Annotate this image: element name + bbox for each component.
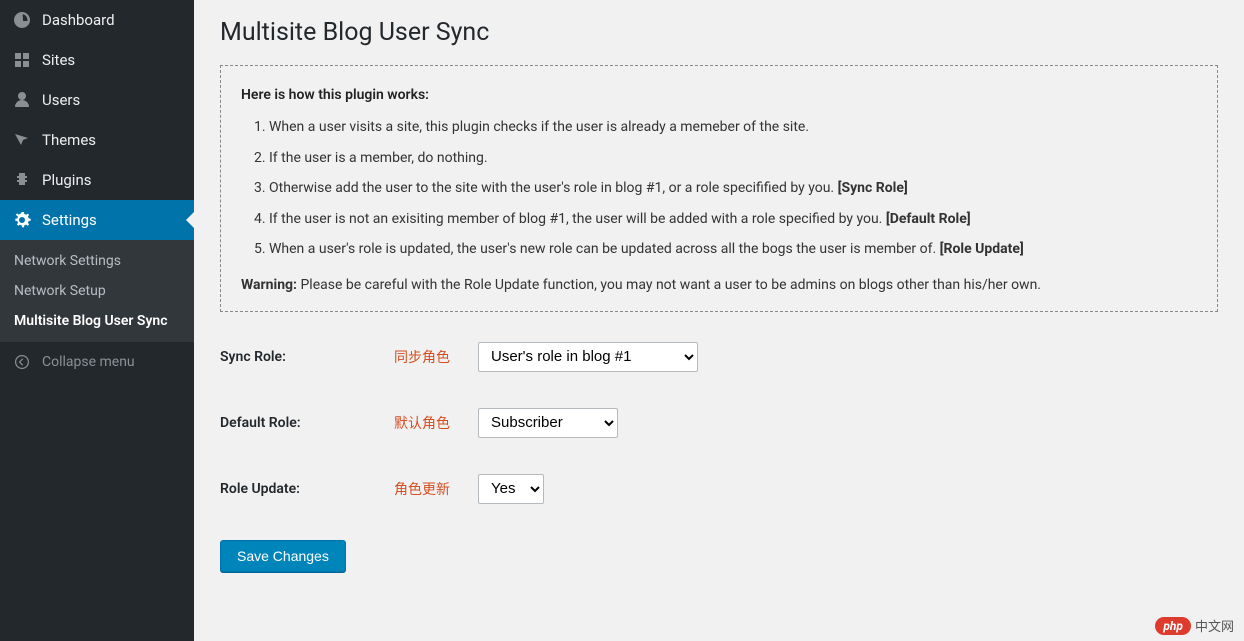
info-notice: Here is how this plugin works: When a us…: [220, 65, 1218, 312]
page-title: Multisite Blog User Sync: [220, 18, 1218, 47]
sidebar-item-sites[interactable]: Sites: [0, 40, 194, 80]
themes-icon: [12, 130, 32, 150]
role-update-label: Role Update:: [220, 481, 394, 497]
sidebar-item-plugins[interactable]: Plugins: [0, 160, 194, 200]
watermark-pill: php: [1155, 617, 1191, 635]
sidebar-item-themes[interactable]: Themes: [0, 120, 194, 160]
notice-step: If the user is a member, do nothing.: [269, 147, 1197, 169]
users-icon: [12, 90, 32, 110]
watermark: php 中文网: [1155, 616, 1234, 635]
notice-steps: When a user visits a site, this plugin c…: [241, 116, 1197, 260]
default-role-label: Default Role:: [220, 415, 394, 431]
row-default-role: Default Role: 默认角色 Subscriber: [220, 408, 1218, 438]
collapse-label: Collapse menu: [42, 354, 135, 370]
sidebar-label: Sites: [42, 51, 75, 69]
submenu-network-setup[interactable]: Network Setup: [0, 276, 194, 306]
notice-warning: Warning: Please be careful with the Role…: [241, 274, 1197, 296]
sidebar-item-users[interactable]: Users: [0, 80, 194, 120]
sites-icon: [12, 50, 32, 70]
sidebar-item-settings[interactable]: Settings: [0, 200, 194, 240]
notice-step: When a user visits a site, this plugin c…: [269, 116, 1197, 138]
submenu-network-settings[interactable]: Network Settings: [0, 246, 194, 276]
admin-sidebar: Dashboard Sites Users Themes Plugins Set…: [0, 0, 194, 641]
sync-role-label: Sync Role:: [220, 349, 394, 365]
row-role-update: Role Update: 角色更新 Yes: [220, 474, 1218, 504]
row-sync-role: Sync Role: 同步角色 User's role in blog #1: [220, 342, 1218, 372]
save-button[interactable]: Save Changes: [220, 540, 346, 572]
collapse-menu[interactable]: Collapse menu: [0, 342, 194, 382]
sidebar-label: Settings: [42, 211, 97, 229]
notice-step: When a user's role is updated, the user'…: [269, 238, 1197, 260]
sidebar-label: Users: [42, 91, 80, 109]
sync-role-annotation: 同步角色: [394, 347, 478, 367]
default-role-select[interactable]: Subscriber: [478, 408, 618, 438]
watermark-text: 中文网: [1195, 616, 1234, 635]
collapse-icon: [12, 352, 32, 372]
sidebar-item-dashboard[interactable]: Dashboard: [0, 0, 194, 40]
sidebar-label: Themes: [42, 131, 96, 149]
settings-submenu: Network Settings Network Setup Multisite…: [0, 240, 194, 342]
settings-icon: [12, 210, 32, 230]
role-update-select[interactable]: Yes: [478, 474, 544, 504]
main-content: Multisite Blog User Sync Here is how thi…: [194, 0, 1244, 641]
submenu-multisite-blog-user-sync[interactable]: Multisite Blog User Sync: [0, 306, 194, 336]
role-update-annotation: 角色更新: [394, 479, 478, 499]
notice-step: Otherwise add the user to the site with …: [269, 177, 1197, 199]
dashboard-icon: [12, 10, 32, 30]
notice-step: If the user is not an exisiting member o…: [269, 208, 1197, 230]
notice-heading: Here is how this plugin works:: [241, 84, 1197, 106]
sidebar-label: Dashboard: [42, 11, 115, 29]
default-role-annotation: 默认角色: [394, 413, 478, 433]
sync-role-select[interactable]: User's role in blog #1: [478, 342, 698, 372]
plugins-icon: [12, 170, 32, 190]
sidebar-label: Plugins: [42, 171, 91, 189]
